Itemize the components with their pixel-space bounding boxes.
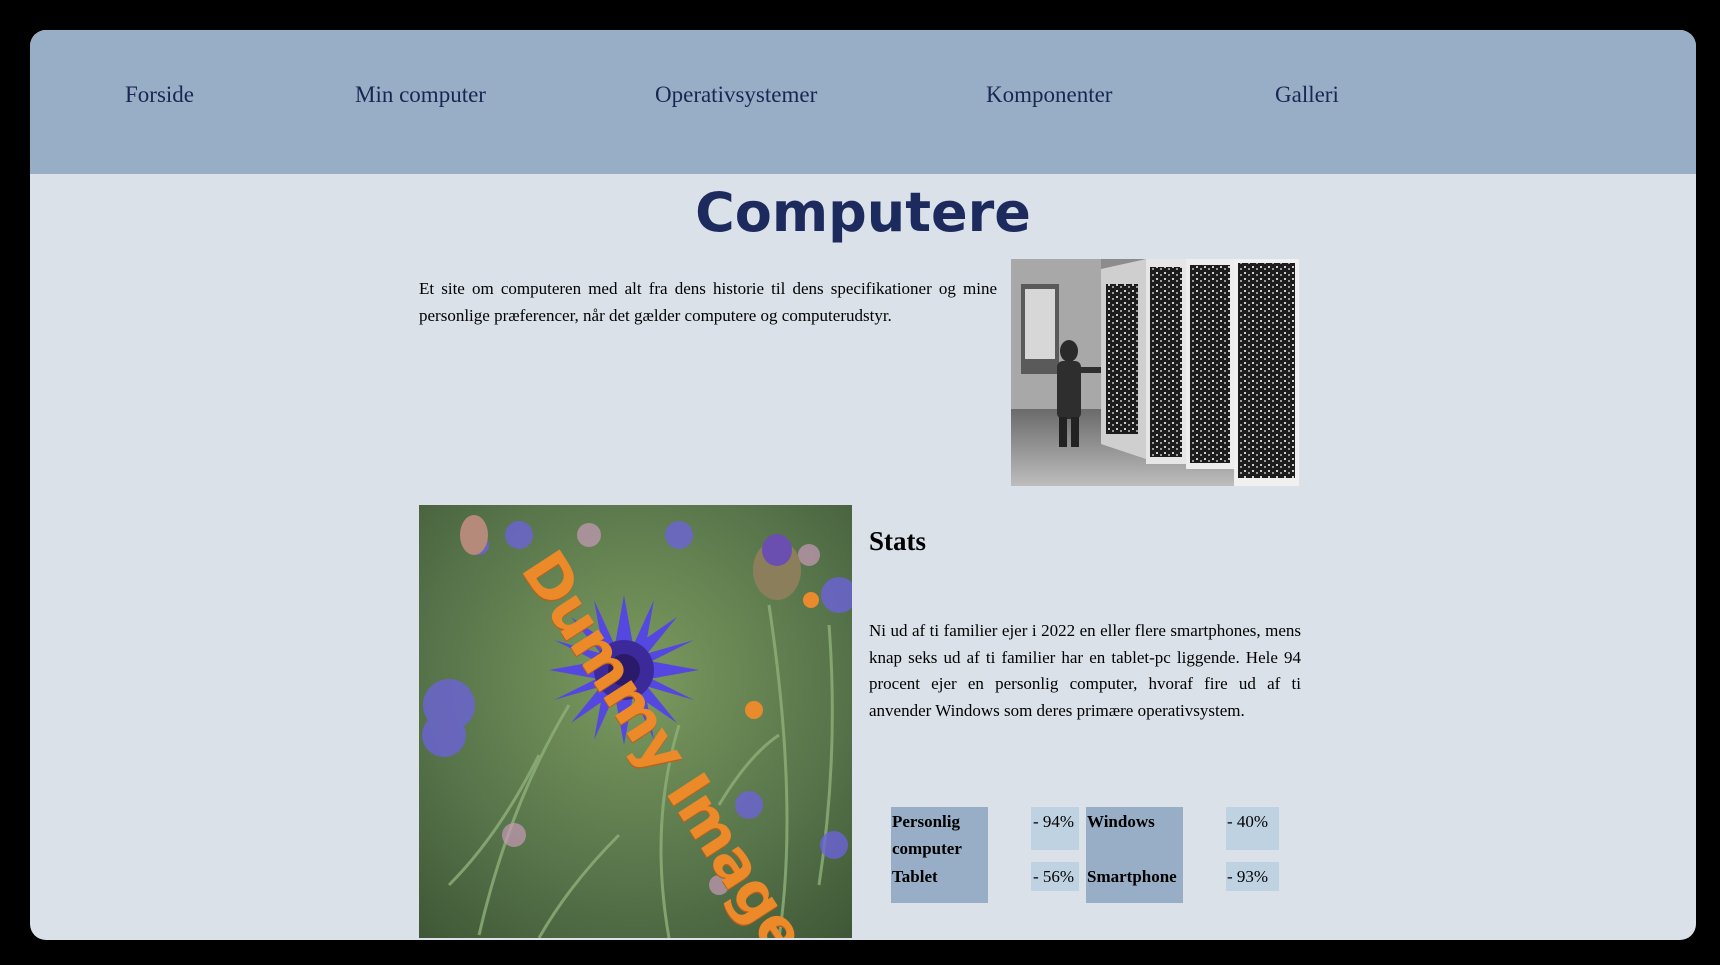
nav-link-operativsystemer[interactable]: Operativsystemer <box>655 82 817 108</box>
stats-value-smartphone: - 93% <box>1227 867 1269 886</box>
stats-label-personal-computer: Personlig computer <box>892 812 962 858</box>
intro-paragraph: Et site om computeren med alt fra dens h… <box>419 279 997 325</box>
top-navigation: Forside Min computer Operativsystemer Ko… <box>30 30 1696 174</box>
stats-label-windows: Windows <box>1087 812 1155 831</box>
nav-link-min-computer[interactable]: Min computer <box>355 82 486 108</box>
computer-room-photo <box>1011 259 1299 486</box>
page-title: Computere <box>695 181 1031 244</box>
computer-room-illustration <box>1011 259 1299 486</box>
browser-page: Forside Min computer Operativsystemer Ko… <box>30 30 1696 940</box>
stats-label-tablet: Tablet <box>892 867 938 886</box>
flower-dummy-image: Dummy Image <box>419 505 852 938</box>
stats-value-personal-computer: - 94% <box>1033 812 1075 831</box>
stats-value-windows: - 40% <box>1227 812 1269 831</box>
nav-link-forside[interactable]: Forside <box>125 82 194 108</box>
nav-link-galleri[interactable]: Galleri <box>1275 82 1339 108</box>
stats-heading: Stats <box>869 526 927 556</box>
stats-paragraph: Ni ud af ti familier ejer i 2022 en elle… <box>869 621 1301 720</box>
stats-value-tablet: - 56% <box>1033 867 1075 886</box>
stats-label-smartphone: Smartphone <box>1087 867 1177 886</box>
nav-link-komponenter[interactable]: Komponenter <box>986 82 1112 108</box>
